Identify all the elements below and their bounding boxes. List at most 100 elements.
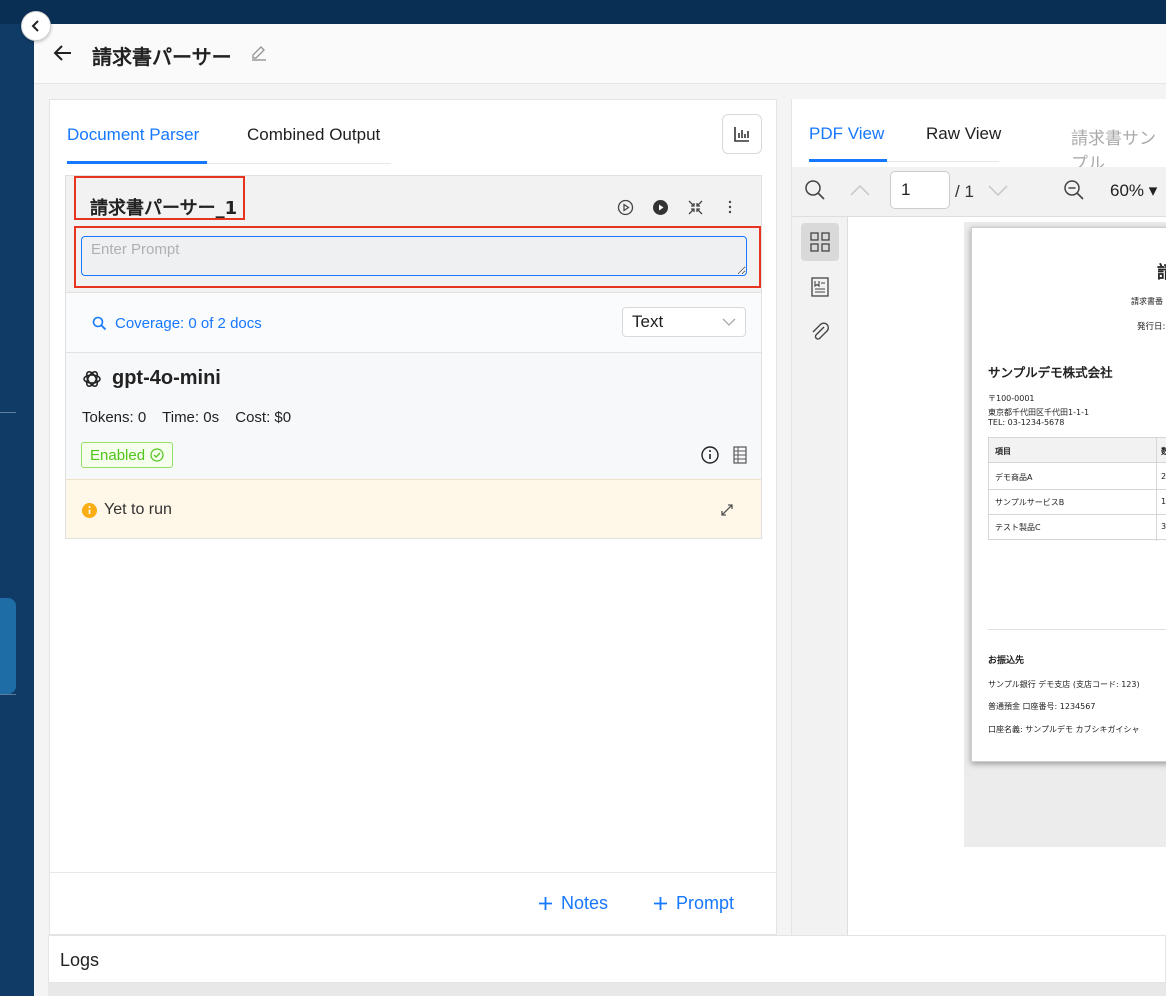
panel-footer: Notes Prompt [50,872,776,934]
coverage-row: Coverage: 0 of 2 docs Text [66,293,761,353]
zoom-level: 60% [1110,181,1145,200]
sidebar-active-item[interactable] [0,598,16,694]
table-icon[interactable] [732,446,748,464]
add-notes-button[interactable]: Notes [538,893,608,914]
coverage-link[interactable]: Coverage: 0 of 2 docs [92,315,262,332]
info-warning-icon [82,502,97,518]
viewer-tabs: PDF View Raw View 請求書サンプル [792,99,1166,173]
zoom-select[interactable]: 60% ▾ [1110,181,1157,201]
tokens-stat: Tokens: 0 [82,409,147,426]
doc-tel: TEL: 03-1234-5678 [988,418,1065,427]
chevron-down-icon [722,318,736,326]
prompt-label: Prompt [676,893,735,913]
badge-label: Enabled [90,446,146,464]
title-bar: 請求書パーサー [34,24,1166,84]
plus-icon [539,897,552,910]
grid-icon [810,232,830,252]
doc-table: 項目 数 デモ商品A 2 サンプルサービスB 1 テスト製品C 3 [988,437,1166,541]
pdf-toolbar: 1 / 1 60% ▾ [792,167,1166,217]
tab-pdf-view[interactable]: PDF View [809,124,884,144]
doc-row-qty: 1 [1161,497,1166,506]
run-prompt-icon[interactable] [615,197,635,217]
time-stat: Time: 0s [162,409,220,426]
bar-chart-icon [734,127,749,142]
edit-pencil-icon[interactable] [250,44,268,62]
tab-raw-view[interactable]: Raw View [926,124,1001,144]
doc-address: 東京都千代田区千代田1-1-1 [988,408,1090,417]
doc-table-header [989,438,1166,463]
page-total: / 1 [955,182,974,201]
paperclip-icon [812,322,830,340]
thumbnails-button[interactable] [801,223,839,261]
sidebar-divider [0,694,16,695]
search-icon[interactable] [804,179,826,201]
coverage-text: Coverage: 0 of 2 docs [115,315,262,332]
metrics-button[interactable] [722,114,762,154]
status-badge: Enabled [81,442,174,468]
run-all-icon[interactable] [650,197,670,217]
doc-company: サンプルデモ株式会社 [988,365,1113,380]
doc-issue-date: 発行日: [1137,322,1166,332]
prompt-card: 請求書パーサー_1 Coverage: 0 of 2 docs Text [65,175,762,539]
sidebar [0,24,34,996]
pdf-canvas[interactable]: 請 請求書番 発行日: サンプルデモ株式会社 〒100-0001 東京都千代田区… [849,217,1166,935]
left-tabs: Document Parser Combined Output [67,100,391,164]
cost-stat: Cost: $0 [235,409,292,426]
doc-bank-heading: お振込先 [988,656,1025,666]
doc-row-item: テスト製品C [995,523,1041,532]
tab-combined-output[interactable]: Combined Output [247,125,380,145]
status-text: Yet to run [104,501,172,518]
back-arrow-icon[interactable] [52,42,74,64]
main-area: 請求書パーサー Document Parser Combined Output … [34,24,1166,996]
page-number-input[interactable]: 1 [890,171,950,209]
bottom-strip [48,983,1166,996]
doc-title: 請 [1157,258,1166,283]
doc-invoice-no: 請求書番 [1131,297,1163,306]
output-status-row: Yet to run [66,479,761,538]
more-options-icon[interactable] [720,197,740,217]
run-stats: Tokens: 0 Time: 0s Cost: $0 [82,409,303,426]
collapse-icon[interactable] [685,197,705,217]
doc-th-item: 項目 [995,447,1011,456]
doc-row-qty: 2 [1161,472,1166,481]
page-title: 請求書パーサー [92,45,232,69]
attachments-button[interactable] [801,313,839,351]
chevron-up-icon[interactable] [849,183,871,197]
llm-profile-row: gpt-4o-mini Tokens: 0 Time: 0s Cost: $0 … [66,353,761,479]
info-icon[interactable] [700,445,720,465]
pdf-page: 請 請求書番 発行日: サンプルデモ株式会社 〒100-0001 東京都千代田区… [971,227,1166,762]
highlight-box-prompt-name [74,176,245,220]
logs-bar[interactable]: Logs [48,935,1166,983]
zoom-out-icon[interactable] [1063,179,1085,201]
doc-table-row-divider [989,514,1166,515]
model-name: gpt-4o-mini [82,367,221,390]
add-prompt-button[interactable]: Prompt [653,893,734,914]
run-status: Yet to run [82,501,172,519]
prompt-card-header: 請求書パーサー_1 [66,176,761,293]
prompt-studio-panel: Document Parser Combined Output 請求書パーサー_… [49,99,777,935]
chevron-left-icon [31,20,39,32]
viewer-sidebar [792,217,848,935]
openai-logo-icon [83,370,101,387]
doc-row-qty: 3 [1161,522,1166,531]
logs-label: Logs [60,950,100,970]
doc-bank-line: サンプル銀行 デモ支店 (支店コード: 123) [988,680,1140,689]
plus-icon [654,897,667,910]
output-type-value: Text [632,312,664,331]
sidebar-divider [0,412,16,413]
active-tab-indicator [67,161,207,164]
doc-bank-line: 口座名義: サンプルデモ カブシキガイシャ [988,725,1140,734]
doc-th-qty: 数 [1161,446,1166,457]
model-label: gpt-4o-mini [112,367,221,389]
active-tab-indicator [809,159,887,162]
output-type-select[interactable]: Text [622,307,746,337]
expand-icon[interactable] [719,502,735,518]
chevron-down-icon[interactable] [987,184,1009,198]
check-circle-icon [150,448,164,462]
outline-button[interactable] [801,268,839,306]
tab-document-parser[interactable]: Document Parser [67,125,199,145]
search-icon [92,316,107,331]
doc-postal: 〒100-0001 [988,394,1035,403]
document-viewer-panel: PDF View Raw View 請求書サンプル 1 / 1 60% ▾ 請求… [791,99,1166,935]
collapse-sidebar-button[interactable] [21,11,51,41]
